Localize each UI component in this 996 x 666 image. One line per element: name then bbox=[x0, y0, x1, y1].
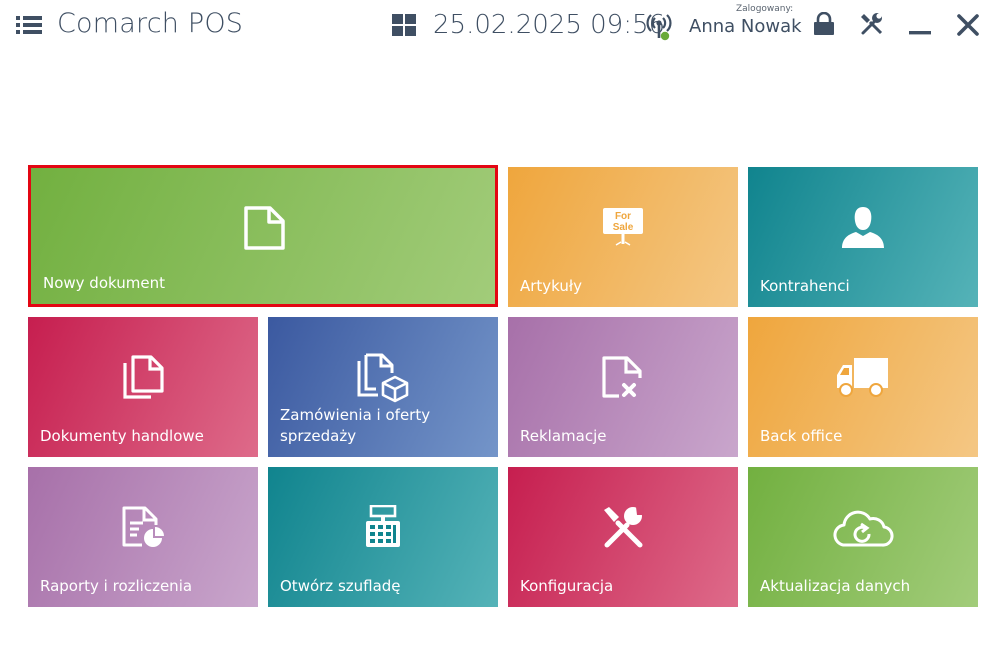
cloud-sync-icon bbox=[833, 510, 894, 547]
person-icon bbox=[842, 207, 884, 248]
tile-zamowienia-oferty[interactable]: Zamówienia i oferty sprzedaży bbox=[268, 317, 498, 457]
logged-in-label: Zalogowany: bbox=[736, 4, 794, 14]
tile-aktualizacja-danych[interactable]: Aktualizacja danych bbox=[748, 467, 978, 607]
report-icon bbox=[122, 506, 164, 547]
document-icon bbox=[244, 206, 285, 250]
menu-icon[interactable] bbox=[16, 14, 42, 36]
tile-label: Nowy dokument bbox=[43, 274, 165, 292]
tile-nowy-dokument[interactable]: Nowy dokument bbox=[28, 165, 498, 307]
app-title: Comarch POS bbox=[57, 8, 244, 39]
tile-dokumenty-handlowe[interactable]: Dokumenty handlowe bbox=[28, 317, 258, 457]
tile-label: Raporty i rozliczenia bbox=[40, 577, 193, 595]
lock-icon[interactable] bbox=[812, 12, 836, 36]
tile-label: Otwórz szufladę bbox=[280, 577, 401, 595]
tile-label: Kontrahenci bbox=[760, 277, 850, 295]
truck-icon bbox=[837, 358, 888, 397]
tile-reklamacje[interactable]: Reklamacje bbox=[508, 317, 738, 457]
user-name[interactable]: Anna Nowak bbox=[689, 16, 802, 37]
datetime: 25.02.2025 09:56 bbox=[433, 10, 666, 40]
tile-label: Konfiguracja bbox=[520, 577, 614, 595]
tile-back-office[interactable]: Back office bbox=[748, 317, 978, 457]
documents-icon bbox=[123, 355, 164, 399]
tools-icon bbox=[604, 507, 644, 548]
tile-label: Aktualizacja danych bbox=[760, 577, 911, 595]
svg-text:Sale: Sale bbox=[613, 222, 634, 233]
order-box-icon bbox=[357, 353, 409, 403]
tools-icon[interactable] bbox=[860, 12, 884, 36]
close-icon[interactable] bbox=[956, 13, 980, 37]
svg-text:For: For bbox=[615, 211, 631, 222]
minimize-icon[interactable] bbox=[908, 13, 932, 37]
tile-raporty-rozliczenia[interactable]: Raporty i rozliczenia bbox=[28, 467, 258, 607]
tile-artykuly[interactable]: For Sale Artykuły bbox=[508, 167, 738, 307]
tile-label: Dokumenty handlowe bbox=[40, 427, 204, 445]
tile-otworz-szuflade[interactable]: Otwórz szufladę bbox=[268, 467, 498, 607]
header-bar: Comarch POS 25.02.2025 09:56 Zalogowany:… bbox=[0, 0, 996, 56]
document-x-icon bbox=[602, 356, 642, 398]
tile-label: Back office bbox=[760, 427, 843, 445]
cash-register-icon bbox=[366, 505, 400, 547]
wifi-status-icon bbox=[646, 14, 672, 41]
tile-label: Artykuły bbox=[520, 277, 583, 295]
tile-label: Zamówienia i oferty sprzedaży bbox=[280, 406, 431, 445]
for-sale-sign-icon: For Sale bbox=[603, 208, 643, 246]
tile-konfiguracja[interactable]: Konfiguracja bbox=[508, 467, 738, 607]
tile-label: Reklamacje bbox=[520, 427, 607, 445]
tile-kontrahenci[interactable]: Kontrahenci bbox=[748, 167, 978, 307]
grid-icon[interactable] bbox=[392, 14, 416, 36]
